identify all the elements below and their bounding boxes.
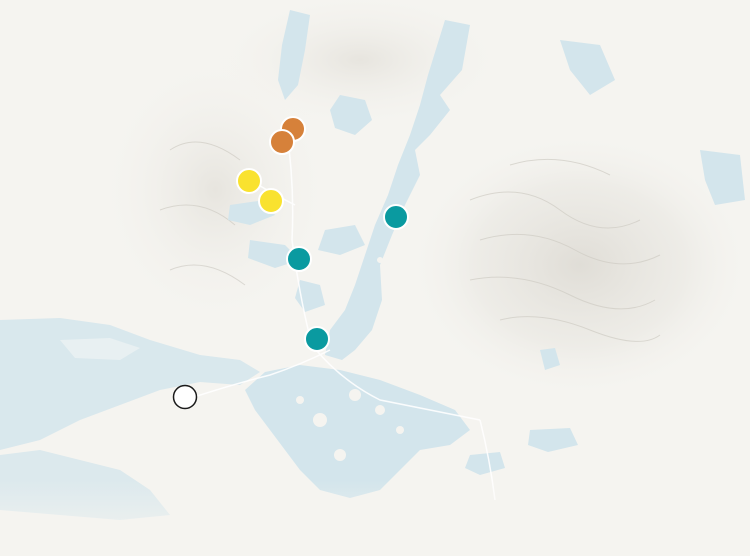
map-marker-teal-2[interactable] [286,246,312,272]
map-marker-white-1[interactable] [172,384,198,410]
edge-fade [0,480,750,556]
basemap [0,0,750,556]
map-marker-teal-3[interactable] [304,326,330,352]
map-marker-teal-1[interactable] [383,204,409,230]
map-marker-yellow-1[interactable] [236,168,262,194]
map-marker-orange-2[interactable] [269,129,295,155]
map-marker-yellow-2[interactable] [258,188,284,214]
mountain-relief-east [405,130,750,400]
map-canvas[interactable] [0,0,750,556]
